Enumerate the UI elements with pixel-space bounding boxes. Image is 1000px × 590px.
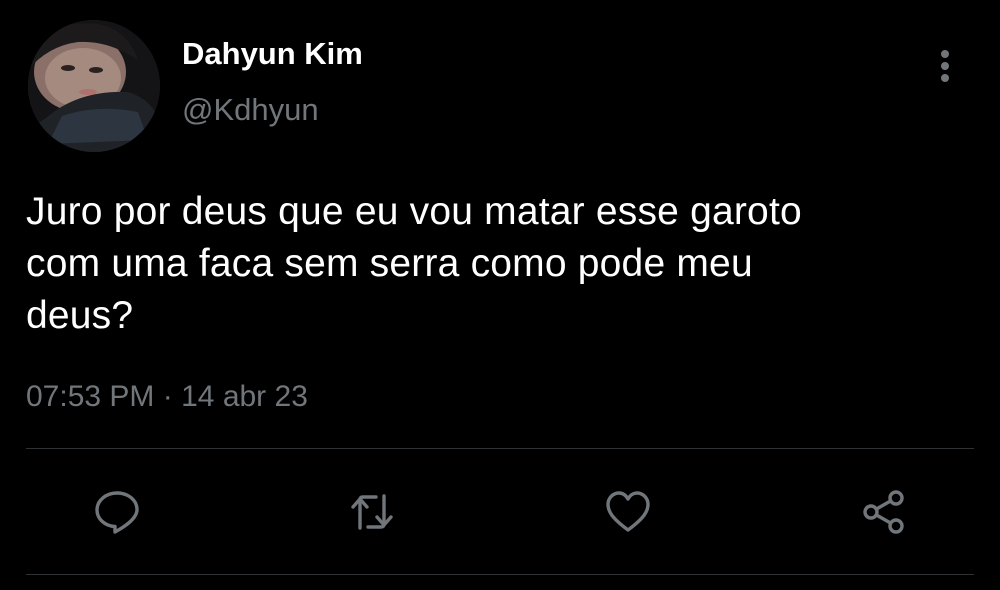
share-icon — [863, 490, 904, 534]
heart-icon — [606, 491, 650, 532]
divider — [26, 448, 974, 449]
meta-separator: · — [162, 380, 173, 413]
tweet-text-line: Juro por deus que eu vou matar esse garo… — [26, 190, 802, 233]
tweet-text-line: com uma faca sem serra como pode meu — [26, 242, 753, 285]
avatar-photo — [28, 20, 160, 152]
more-vertical-icon — [941, 50, 949, 82]
tweet-time: 07:53 PM — [26, 380, 155, 413]
divider — [26, 574, 974, 575]
tweet-card: Dahyun Kim @Kdhyun Juro por deus que eu … — [0, 0, 1000, 590]
reply-icon — [95, 491, 139, 534]
author-handle[interactable]: @Kdhyun — [182, 92, 319, 128]
tweet-text: Juro por deus que eu vou matar esse garo… — [26, 186, 976, 342]
like-button[interactable] — [602, 486, 654, 538]
more-options-button[interactable] — [930, 46, 960, 86]
tweet-date: 14 abr 23 — [181, 380, 308, 413]
tweet-timestamp[interactable]: 07:53 PM · 14 abr 23 — [26, 380, 308, 414]
retweet-button[interactable] — [346, 486, 398, 538]
avatar[interactable] — [28, 20, 160, 152]
share-button[interactable] — [858, 486, 910, 538]
tweet-text-line: deus? — [26, 294, 134, 337]
retweet-icon — [351, 494, 393, 530]
author-display-name[interactable]: Dahyun Kim — [182, 36, 363, 72]
reply-button[interactable] — [91, 486, 143, 538]
